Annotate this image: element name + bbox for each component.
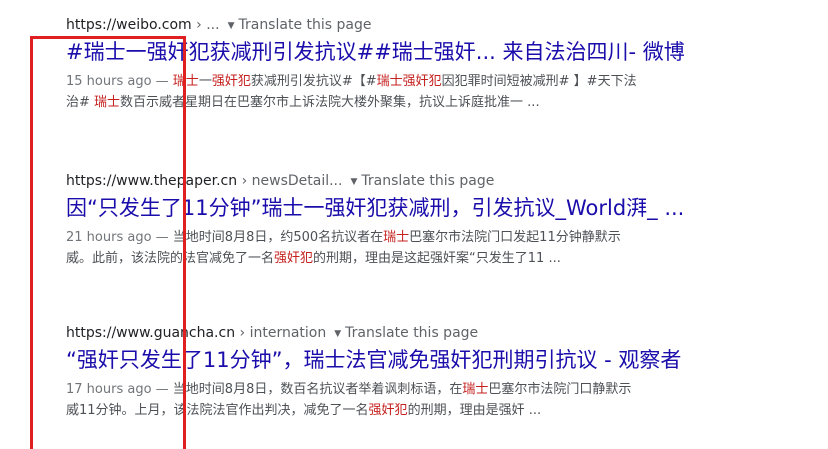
snippet-highlight: 强奸犯 xyxy=(211,74,251,89)
snippet-text: 一 xyxy=(198,74,212,89)
result-url[interactable]: https://weibo.com xyxy=(66,17,192,33)
search-results-page: https://weibo.com › ... ▼ Translate this p… xyxy=(0,0,828,449)
snippet-text: 当地时间8月8日，数百名抗议者举着讽刺标语，在 xyxy=(172,382,463,397)
snippet-highlight: 瑞士 xyxy=(383,230,410,245)
snippet-text: 的刑期，理由是这起强奸案“只发生了11 ... xyxy=(313,251,561,266)
snippet-text: 巴塞尔市法院门口静默示 xyxy=(488,382,632,397)
snippet-text: 巴塞尔市法院门口发起11分钟静默示 xyxy=(409,230,621,245)
result-breadcrumb: › internation xyxy=(235,325,327,341)
result-breadcrumb: › newsDetail... xyxy=(237,173,343,189)
snippet-text: 的刑期，理由是强奸 ... xyxy=(407,403,542,418)
snippet-highlight: 强奸犯 xyxy=(368,403,408,418)
snippet-highlight: 瑞士强奸犯 xyxy=(376,74,442,89)
snippet-text: 获减刑引发抗议#【# xyxy=(250,74,377,89)
translate-dropdown-icon[interactable]: ▼ xyxy=(334,325,341,343)
translate-dropdown-icon[interactable]: ▼ xyxy=(350,173,357,191)
result-url-line: https://weibo.com › ... ▼ Translate this p… xyxy=(66,16,806,35)
annotation-highlight-box xyxy=(30,36,186,449)
snippet-text: 因犯罪时间短被减刑# 】#天下法 xyxy=(441,74,637,89)
result-breadcrumb: › ... xyxy=(191,17,220,33)
snippet-highlight: 瑞士 xyxy=(462,382,489,397)
snippet-highlight: 强奸犯 xyxy=(274,251,314,266)
translate-link[interactable]: Translate this page xyxy=(361,173,494,189)
translate-link[interactable]: Translate this page xyxy=(345,325,478,341)
translate-dropdown-icon[interactable]: ▼ xyxy=(228,17,235,35)
translate-link[interactable]: Translate this page xyxy=(238,17,371,33)
snippet-text: 当地时间8月8日，约500名抗议者在 xyxy=(172,230,384,245)
